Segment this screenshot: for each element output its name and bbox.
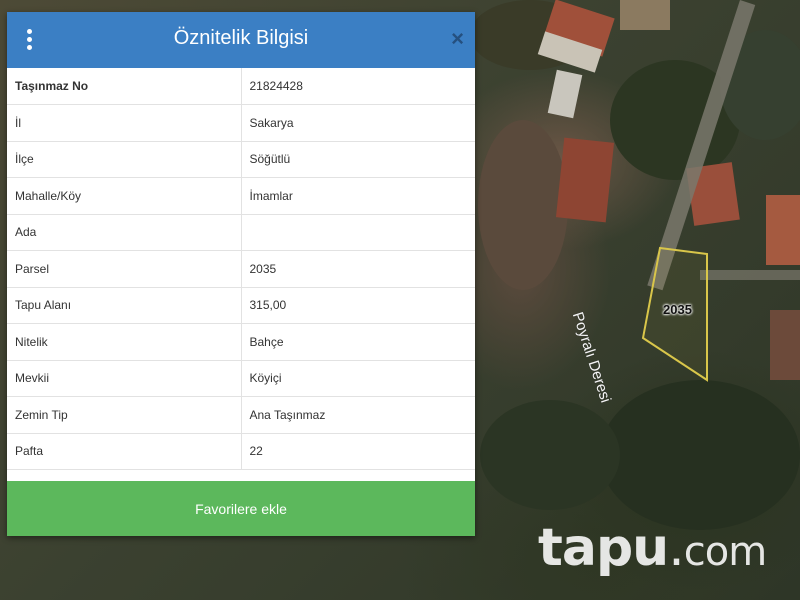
- attribute-value: Sakarya: [241, 104, 475, 142]
- attribute-dialog: Öznitelik Bilgisi × Taşınmaz No 21824428 İ…: [7, 12, 475, 536]
- attribute-key: İl: [7, 104, 242, 142]
- attribute-row: Zemin Tip Ana Taşınmaz: [7, 396, 475, 434]
- attribute-value: [241, 214, 475, 251]
- attribute-key: Zemin Tip: [7, 396, 242, 434]
- watermark-logo: tapu.com: [538, 518, 767, 578]
- attribute-value: Köyiçi: [241, 360, 475, 397]
- attribute-row: Mahalle/Köy İmamlar: [7, 177, 475, 215]
- attribute-row: Mevkii Köyiçi: [7, 360, 475, 397]
- attribute-key: Mevkii: [7, 360, 242, 397]
- attribute-key: Parsel: [7, 250, 242, 288]
- attribute-key: Pafta: [7, 433, 242, 470]
- attribute-row: Taşınmaz No 21824428: [7, 68, 475, 105]
- attribute-key: İlçe: [7, 141, 242, 178]
- attribute-value: 315,00: [241, 287, 475, 324]
- attribute-value: Söğütlü: [241, 141, 475, 178]
- attribute-value: Ana Taşınmaz: [241, 396, 475, 434]
- attribute-key: Mahalle/Köy: [7, 177, 242, 215]
- attribute-value: 2035: [241, 250, 475, 288]
- add-to-favorites-button[interactable]: Favorilere ekle: [7, 481, 475, 536]
- parcel-number-label: 2035: [663, 302, 692, 317]
- attribute-row: Parsel 2035: [7, 250, 475, 288]
- dialog-header: Öznitelik Bilgisi ×: [7, 12, 475, 68]
- attribute-row: Pafta 22: [7, 433, 475, 470]
- attribute-key: Taşınmaz No: [7, 68, 242, 105]
- attribute-row: Tapu Alanı 315,00: [7, 287, 475, 324]
- attribute-value: İmamlar: [241, 177, 475, 215]
- attribute-key: Ada: [7, 214, 242, 251]
- attribute-key: Nitelik: [7, 323, 242, 361]
- attribute-row: İl Sakarya: [7, 104, 475, 142]
- attribute-key: Tapu Alanı: [7, 287, 242, 324]
- attribute-value: Bahçe: [241, 323, 475, 361]
- attribute-value: 21824428: [241, 68, 475, 105]
- attribute-table: Taşınmaz No 21824428 İl Sakarya İlçe Söğütlü M…: [7, 68, 475, 470]
- attribute-row: İlçe Söğütlü: [7, 141, 475, 178]
- attribute-row: Nitelik Bahçe: [7, 323, 475, 361]
- dialog-title: Öznitelik Bilgisi: [173, 27, 309, 49]
- close-icon[interactable]: ×: [451, 26, 464, 52]
- attribute-value: 22: [241, 433, 475, 470]
- attribute-row: Ada: [7, 214, 475, 251]
